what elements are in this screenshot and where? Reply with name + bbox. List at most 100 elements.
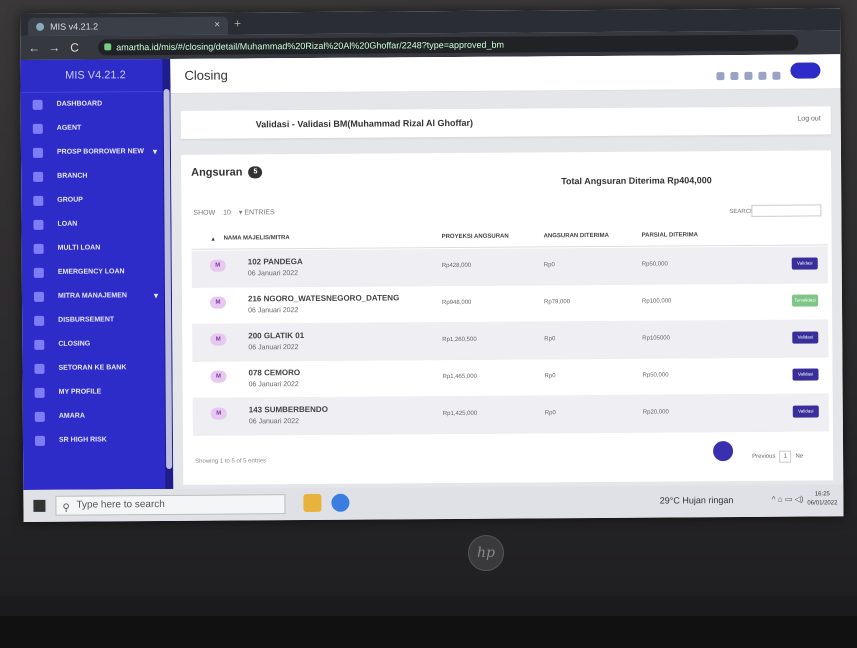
menu-icon [33, 243, 44, 254]
logout-link[interactable]: Log out [797, 115, 820, 122]
sidebar-item-amara[interactable]: Amara [23, 404, 173, 429]
sidebar-item-label: Branch [57, 172, 88, 180]
table-row: M 143 SUMBERBENDO 06 Januari 2022 Rp1,425,0… [192, 394, 829, 436]
majelis-date: 06 Januari 2022 [248, 381, 299, 389]
main-content: Closing Validasi - Validasi BM(Muhammad … [170, 54, 844, 489]
sidebar-item-label: Loan [57, 220, 78, 228]
sidebar-item-disbursement[interactable]: Disbursement [22, 308, 172, 333]
diterima-value: Rp0 [544, 373, 556, 380]
diterima-value: Rp0 [544, 410, 556, 417]
sidebar-item-my-profile[interactable]: My Profile [23, 380, 173, 405]
sidebar-item-mitra-manajemen[interactable]: Mitra Manajemen ▾ [22, 284, 172, 309]
sidebar-item-sr-high-risk[interactable]: SR High Risk [23, 428, 173, 453]
sidebar-item-prosp-borrower-new[interactable]: Prosp Borrower New ▾ [21, 140, 171, 165]
majelis-badge: M [209, 259, 226, 272]
chevron-down-icon: ▾ [152, 147, 157, 157]
angsuran-title: Angsuran 5 [191, 166, 263, 179]
majelis-name: 102 PANDEGA [247, 257, 303, 267]
puzzle-icon[interactable] [758, 71, 767, 80]
sidebar-item-emergency-loan[interactable]: Emergency Loan [22, 260, 172, 285]
windows-start-icon[interactable] [33, 499, 46, 512]
majelis-name: 216 NGORO_WATESNEGORO_DATENG [247, 293, 400, 304]
sidebar-item-label: Setoran Ke Bank [58, 364, 127, 372]
toolbar-icons [710, 67, 781, 85]
sidebar-item-group[interactable]: Group [21, 188, 171, 213]
parsial-value: Rp20,000 [642, 409, 669, 416]
clock-time: 16:25 [814, 491, 830, 498]
hp-logo: hp [468, 535, 504, 571]
table-header: ▴ NAMA MAJELIS/MITRA PROYEKSI ANGSURAN A… [191, 224, 828, 250]
validasi-button[interactable]: Validasi [792, 405, 819, 418]
sidebar-item-agent[interactable]: Agent [21, 116, 171, 141]
parsial-value: Rp100,000 [642, 298, 672, 305]
file-explorer-icon[interactable] [303, 493, 322, 513]
total-angsuran: Total Angsuran Diterima Rp404,000 [561, 175, 712, 187]
sidebar-item-label: My Profile [58, 388, 102, 396]
validasi-button[interactable]: Tervalidasi [791, 294, 819, 307]
sidebar-item-label: Multi Loan [57, 244, 101, 252]
chevron-down-icon: ▾ [238, 209, 243, 217]
majelis-date: 06 Januari 2022 [247, 270, 299, 278]
table-row: M 102 PANDEGA 06 Januari 2022 Rp428,000 Rp0 R… [191, 246, 828, 288]
col-diterima[interactable]: ANGSURAN DITERIMA [544, 233, 609, 239]
majelis-date: 06 Januari 2022 [248, 307, 299, 315]
pager-page[interactable]: 1 [779, 450, 792, 463]
pager-previous[interactable]: Previous [752, 454, 775, 460]
sidebar-item-label: Disbursement [58, 316, 115, 324]
col-proyeksi[interactable]: PROYEKSI ANGSURAN [442, 234, 509, 240]
back-button[interactable]: ← [28, 41, 40, 55]
sidebar-item-branch[interactable]: Branch [21, 164, 171, 189]
reload-button[interactable]: C [70, 41, 79, 55]
sidebar-item-label: Closing [58, 340, 91, 348]
sidebar-item-loan[interactable]: Loan [21, 212, 171, 237]
menu-icon [32, 123, 43, 134]
extension-icon[interactable] [744, 71, 753, 80]
settings-icon[interactable] [772, 71, 781, 80]
col-parsial[interactable]: PARSIAL DITERIMA [642, 232, 698, 238]
majelis-badge: M [210, 407, 227, 420]
taskbar-clock[interactable]: 16:25 06/01/2022 [807, 490, 837, 508]
url-field[interactable]: amartha.id/mis/#/closing/detail/Muhammad… [98, 34, 799, 56]
chrome-icon[interactable] [331, 493, 350, 512]
entries-label: ENTRIES [244, 209, 275, 217]
weather-widget[interactable]: 29°C Hujan ringan [660, 495, 734, 506]
sidebar-brand: MIS V4.21.2 [20, 58, 171, 93]
parsial-value: Rp105000 [642, 335, 671, 342]
entries-select[interactable]: 10 [223, 210, 231, 217]
sidebar-item-closing[interactable]: Closing [22, 332, 172, 357]
sidebar-item-label: Prosp Borrower New [56, 148, 144, 156]
proyeksi-value: Rp1,465,000 [442, 373, 477, 381]
laptop-screen: MIS v4.21.2 × + ← → C amartha.id/mis/#/c… [20, 8, 844, 522]
sidebar-item-label: Agent [56, 124, 82, 132]
menu-icon [33, 171, 44, 182]
new-tab-button[interactable]: + [234, 16, 241, 30]
top-bar: Closing [170, 54, 841, 94]
sidebar-item-dashboard[interactable]: Dashboard [21, 92, 171, 117]
taskbar-search[interactable]: ⚲ Type here to search [55, 494, 286, 516]
sidebar-item-multi-loan[interactable]: Multi Loan [22, 236, 172, 261]
validasi-button[interactable]: Validasi [792, 368, 819, 381]
bookmark-icon[interactable] [716, 72, 725, 81]
forward-button[interactable]: → [48, 41, 60, 55]
profile-avatar[interactable] [790, 62, 821, 79]
system-tray-icons[interactable]: ^ ⌂ ▭ ◁) [772, 495, 804, 504]
validasi-button[interactable]: Validasi [791, 257, 818, 270]
sort-icon[interactable]: ▴ [212, 236, 215, 243]
chat-fab-button[interactable] [710, 439, 736, 464]
pager-next[interactable]: Ne [795, 454, 803, 460]
majelis-badge: M [210, 333, 227, 346]
proyeksi-value: Rp1,425,000 [442, 410, 478, 418]
url-text: amartha.id/mis/#/closing/detail/Muhammad… [116, 39, 505, 53]
zoom-icon[interactable] [730, 71, 739, 81]
diterima-value: Rp0 [543, 262, 555, 269]
menu-icon [33, 219, 44, 230]
validasi-button[interactable]: Validasi [792, 331, 819, 344]
angsuran-card: Angsuran 5 Total Angsuran Diterima Rp404,… [180, 150, 834, 485]
search-input[interactable] [751, 204, 822, 217]
sidebar-item-setoran-ke-bank[interactable]: Setoran Ke Bank [22, 356, 172, 381]
tab-close-button[interactable]: × [214, 17, 220, 35]
chevron-down-icon: ▾ [153, 291, 159, 301]
parsial-value: Rp50,000 [642, 372, 669, 379]
browser-tab[interactable]: MIS v4.21.2 × [28, 16, 229, 36]
col-nama[interactable]: NAMA MAJELIS/MITRA [224, 235, 290, 241]
